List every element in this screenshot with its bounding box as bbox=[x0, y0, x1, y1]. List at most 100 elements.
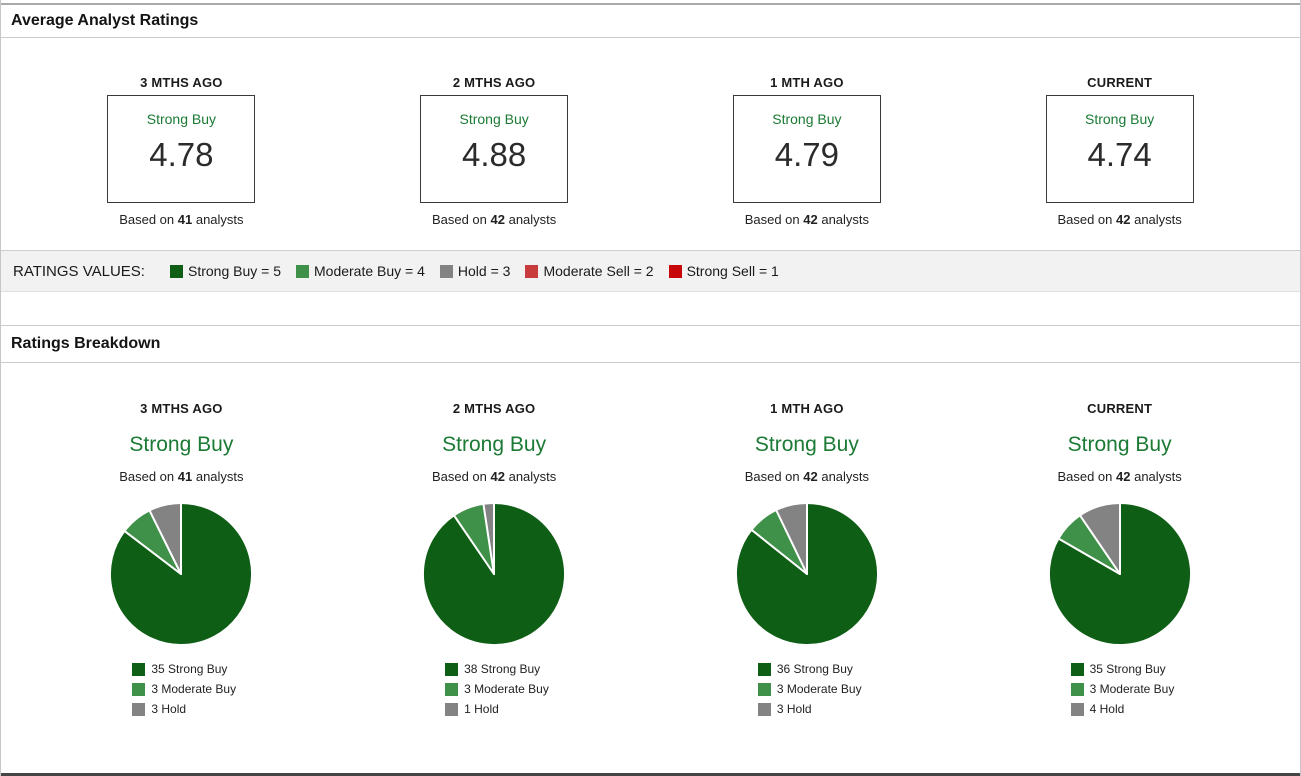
legend-row-moderate-buy: 3 Moderate Buy bbox=[132, 682, 236, 696]
legend-row-hold: 3 Hold bbox=[757, 702, 862, 716]
consensus-label: Strong Buy bbox=[1067, 433, 1172, 456]
based-on-prefix: Based on bbox=[744, 212, 800, 227]
legend-row-strong-buy: 35 Strong Buy bbox=[132, 662, 236, 676]
legend-row-hold: 3 Hold bbox=[132, 702, 236, 716]
based-on-suffix: analysts bbox=[195, 469, 244, 484]
average-rating-value: 4.79 bbox=[774, 136, 839, 173]
legend-row-hold: 1 Hold bbox=[445, 702, 549, 716]
legend-row-moderate-buy: 3 Moderate Buy bbox=[757, 682, 862, 696]
average-rating-value: 4.78 bbox=[149, 136, 214, 173]
strong-buy-color-swatch bbox=[1070, 662, 1084, 676]
analyst-count-line: Based on 41 analysts bbox=[119, 212, 243, 227]
pie-legend: 35 Strong Buy 3 Moderate Buy 4 Hold bbox=[1070, 662, 1175, 722]
moderate-buy-color-swatch bbox=[132, 682, 146, 696]
rating-box: Strong Buy 4.78 bbox=[107, 95, 256, 203]
analyst-count-line: Based on 42 analysts bbox=[745, 469, 869, 484]
period-label: CURRENT bbox=[1087, 75, 1153, 90]
based-on-prefix: Based on bbox=[1057, 469, 1113, 484]
section-title-ratings-breakdown: Ratings Breakdown bbox=[11, 335, 161, 352]
legend-row-label: 35 Strong Buy bbox=[1089, 662, 1166, 676]
pie-legend: 38 Strong Buy 3 Moderate Buy 1 Hold bbox=[445, 662, 549, 722]
legend-row-label: 1 Hold bbox=[464, 702, 499, 716]
period-label: 1 MTH AGO bbox=[770, 75, 844, 90]
breakdown-col-2mths: 2 MTHS AGO Strong Buy Based on 42 analys… bbox=[338, 363, 651, 722]
based-on-prefix: Based on bbox=[1057, 212, 1113, 227]
analyst-count-line: Based on 42 analysts bbox=[1057, 469, 1181, 484]
based-on-suffix: analysts bbox=[1134, 212, 1182, 227]
analyst-count-line: Based on 42 analysts bbox=[432, 212, 556, 227]
consensus-label: Strong Buy bbox=[129, 433, 234, 456]
analyst-count: 42 bbox=[803, 469, 818, 484]
analyst-count: 42 bbox=[490, 212, 505, 227]
analyst-ratings-widget: Average Analyst Ratings 3 MTHS AGO Stron… bbox=[0, 0, 1301, 776]
legend-item-moderate-buy: Moderate Buy = 4 bbox=[296, 263, 425, 279]
legend-row-label: 3 Moderate Buy bbox=[776, 682, 862, 696]
analyst-count-line: Based on 41 analysts bbox=[119, 469, 243, 484]
period-label: CURRENT bbox=[1087, 401, 1153, 416]
based-on-prefix: Based on bbox=[119, 469, 175, 484]
analyst-count: 42 bbox=[490, 469, 505, 484]
legend-item-label: Moderate Buy = 4 bbox=[314, 263, 425, 279]
consensus-label: Strong Buy bbox=[459, 111, 529, 127]
breakdown-col-current: CURRENT Strong Buy Based on 42 analysts … bbox=[963, 363, 1276, 722]
based-on-suffix: analysts bbox=[508, 212, 557, 227]
based-on-suffix: analysts bbox=[1134, 469, 1182, 484]
average-rating-value: 4.74 bbox=[1087, 136, 1152, 173]
breakdown-col-3mths: 3 MTHS AGO Strong Buy Based on 41 analys… bbox=[25, 363, 338, 722]
hold-color-swatch bbox=[1070, 702, 1084, 716]
average-ratings-header: Average Analyst Ratings bbox=[1, 3, 1300, 38]
analyst-count: 41 bbox=[177, 469, 193, 484]
hold-color-swatch bbox=[439, 264, 453, 278]
legend-row-label: 35 Strong Buy bbox=[151, 662, 228, 676]
legend-row-moderate-buy: 3 Moderate Buy bbox=[445, 682, 549, 696]
legend-row-label: 4 Hold bbox=[1089, 702, 1125, 716]
legend-item-label: Moderate Sell = 2 bbox=[543, 263, 654, 279]
consensus-label: Strong Buy bbox=[772, 111, 842, 127]
legend-item-moderate-sell: Moderate Sell = 2 bbox=[525, 263, 654, 279]
legend-row-strong-buy: 38 Strong Buy bbox=[445, 662, 549, 676]
strong-buy-color-swatch bbox=[445, 662, 459, 676]
moderate-sell-color-swatch bbox=[525, 264, 539, 278]
analyst-count-line: Based on 42 analysts bbox=[1057, 212, 1181, 227]
based-on-suffix: analysts bbox=[821, 212, 870, 227]
moderate-buy-color-swatch bbox=[1070, 682, 1084, 696]
pie-chart-1-mth-ago bbox=[733, 500, 881, 648]
consensus-label: Strong Buy bbox=[754, 433, 859, 456]
moderate-buy-color-swatch bbox=[296, 264, 309, 278]
period-label: 1 MTH AGO bbox=[770, 401, 844, 416]
avg-col-1mth: 1 MTH AGO Strong Buy 4.79 Based on 42 an… bbox=[651, 38, 964, 250]
legend-row-label: 3 Moderate Buy bbox=[464, 682, 549, 696]
analyst-count: 42 bbox=[1116, 212, 1131, 227]
legend-row-label: 3 Hold bbox=[776, 702, 812, 716]
strong-sell-color-swatch bbox=[668, 264, 682, 278]
avg-col-2mths: 2 MTHS AGO Strong Buy 4.88 Based on 42 a… bbox=[338, 38, 651, 250]
based-on-prefix: Based on bbox=[119, 212, 175, 227]
strong-buy-color-swatch bbox=[757, 662, 771, 676]
legend-row-label: 3 Moderate Buy bbox=[151, 682, 237, 696]
consensus-label: Strong Buy bbox=[442, 433, 547, 456]
section-gap bbox=[1, 292, 1300, 325]
ratings-breakdown-row: 3 MTHS AGO Strong Buy Based on 41 analys… bbox=[1, 363, 1300, 722]
strong-buy-color-swatch bbox=[132, 662, 146, 676]
legend-item-label: Hold = 3 bbox=[457, 263, 511, 279]
strong-buy-color-swatch bbox=[169, 264, 183, 278]
legend-row-strong-buy: 36 Strong Buy bbox=[757, 662, 862, 676]
legend-row-strong-buy: 35 Strong Buy bbox=[1070, 662, 1175, 676]
rating-box: Strong Buy 4.74 bbox=[1045, 95, 1194, 203]
based-on-prefix: Based on bbox=[431, 469, 487, 484]
pie-chart-current bbox=[1046, 500, 1194, 648]
legend-row-label: 3 Moderate Buy bbox=[1089, 682, 1175, 696]
pie-chart-3-mths-ago bbox=[107, 500, 255, 648]
hold-color-swatch bbox=[445, 702, 459, 716]
moderate-buy-color-swatch bbox=[757, 682, 771, 696]
pie-legend: 36 Strong Buy 3 Moderate Buy 3 Hold bbox=[757, 662, 862, 722]
based-on-suffix: analysts bbox=[195, 212, 244, 227]
legend-row-label: 38 Strong Buy bbox=[464, 662, 541, 676]
analyst-count-line: Based on 42 analysts bbox=[745, 212, 869, 227]
avg-col-3mths: 3 MTHS AGO Strong Buy 4.78 Based on 41 a… bbox=[25, 38, 338, 250]
legend-item-strong-buy: Strong Buy = 5 bbox=[169, 263, 281, 279]
pie-chart-2-mths-ago bbox=[420, 500, 568, 648]
hold-color-swatch bbox=[757, 702, 771, 716]
analyst-count: 41 bbox=[177, 212, 193, 227]
period-label: 2 MTHS AGO bbox=[452, 75, 536, 90]
